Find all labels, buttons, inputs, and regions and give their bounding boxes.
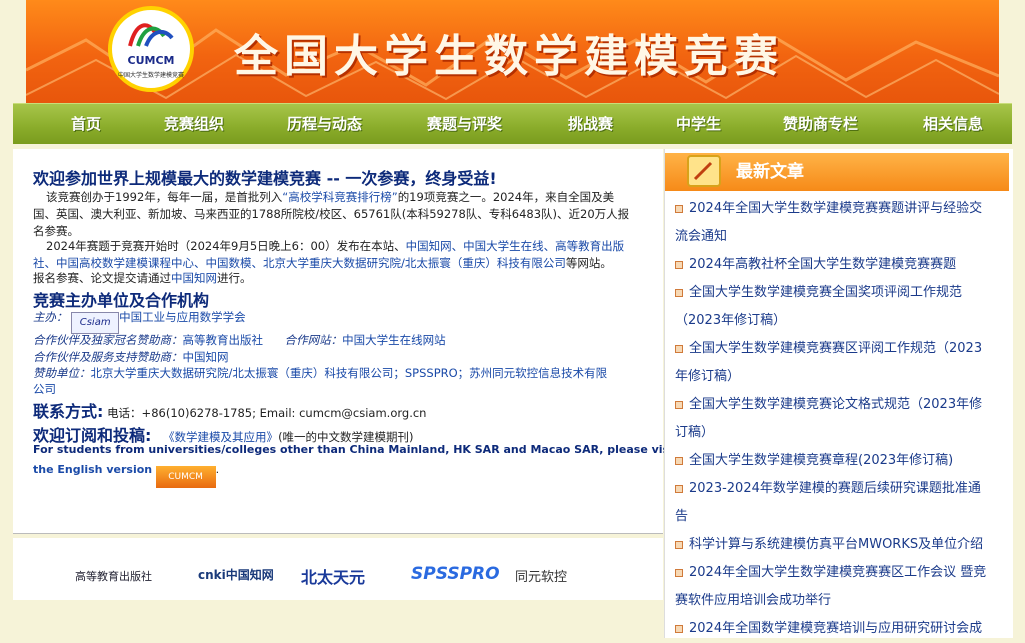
latest-articles-title: 最新文章 — [736, 162, 804, 182]
logo-ribbon-icon — [128, 23, 174, 47]
nav-history[interactable]: 历程与动态 — [287, 104, 362, 144]
main-content: 欢迎参加世界上规模最大的数学建模竞赛 -- 一次参赛，终身受益! 该竞赛创办于1… — [13, 149, 678, 534]
article-item[interactable]: 全国大学生数学建模竞赛全国奖项评阅工作规范 （2023年修订稿） — [675, 279, 1005, 335]
logo-subtext: 中国大学生数学建模竞赛 — [117, 72, 184, 79]
english-version-link[interactable]: the English version — [33, 463, 152, 476]
bullet-icon — [675, 204, 683, 213]
hep-logo[interactable]: 高等教育出版社 — [75, 568, 152, 584]
article-item[interactable]: 2024年全国大学生数学建模竞赛赛区工作会议 暨竞 赛软件应用培训会成功举行 — [675, 559, 1005, 615]
partner1-row: 合作伙伴及独家冠名赞助商：高等教育出版社 合作网站：中国大学生在线网站 — [33, 333, 446, 347]
journal-link[interactable]: 《数学建模及其应用》 — [163, 430, 278, 444]
bullet-icon — [675, 540, 683, 549]
nav-related[interactable]: 相关信息 — [923, 104, 983, 144]
release-links-1[interactable]: 中国知网、中国大学生在线、高等教育出版 — [406, 239, 625, 253]
organizers-heading: 竞赛主办单位及合作机构 — [33, 291, 210, 310]
article-item[interactable]: 2024年高教社杯全国大学生数学建模竞赛赛题 — [675, 251, 1005, 279]
release-line-3: 报名参赛、论文提交请通过中国知网进行。 — [33, 271, 252, 285]
univs-link[interactable]: 中国大学生在线网站 — [342, 333, 446, 347]
intro-line-2: 国、英国、澳大利亚、新加坡、马来西亚的1788所院校/校区、65761队(本科5… — [33, 207, 630, 221]
english-line-1: For students from universities/colleges … — [33, 443, 679, 456]
tongyuan-logo[interactable]: 同元软控 — [515, 566, 567, 585]
english-badge[interactable]: CUMCM — [155, 466, 216, 488]
bullet-icon — [675, 400, 683, 409]
article-item[interactable]: 2023-2024年数学建模的赛题后续研究课题批准通告 — [675, 475, 1005, 531]
beitai-logo[interactable]: 北太天元 — [301, 564, 365, 588]
bullet-icon — [675, 260, 683, 269]
csiam-logo[interactable]: Csiam — [71, 312, 120, 334]
article-item[interactable]: 全国大学生数学建模竞赛论文格式规范（2023年修 订稿） — [675, 391, 1005, 447]
sponsor-row-2: 公司 — [33, 382, 56, 396]
ranking-link[interactable]: “高校学科竞赛排行榜” — [282, 190, 397, 204]
nav-organization[interactable]: 竞赛组织 — [164, 104, 224, 144]
cumcm-logo[interactable]: CUMCM 中国大学生数学建模竞赛 — [108, 6, 194, 92]
partner2-row: 合作伙伴及服务支持赞助商：中国知网 — [33, 350, 229, 364]
intro-line-1: 该竞赛创办于1992年，每年一届，是首批列入“高校学科竞赛排行榜”的19项竞赛之… — [46, 190, 615, 204]
main-nav: 首页 竞赛组织 历程与动态 赛题与评奖 挑战赛 中学生 赞助商专栏 相关信息 — [13, 103, 1012, 144]
article-item[interactable]: 科学计算与系统建模仿真平台MWORKS及单位介绍 — [675, 531, 1005, 559]
logo-text: CUMCM — [127, 54, 175, 67]
article-item[interactable]: 2024年全国大学生数学建模竞赛赛题讲评与经验交 流会通知 — [675, 195, 1005, 251]
nav-challenge[interactable]: 挑战赛 — [568, 104, 613, 144]
release-line-1: 2024年赛题于竞赛开始时（2024年9月5日晚上6：00）发布在本站、中国知网… — [46, 239, 625, 253]
article-item[interactable]: 全国大学生数学建模竞赛章程(2023年修订稿) — [675, 447, 1005, 475]
cnki-partner-link[interactable]: 中国知网 — [183, 350, 229, 364]
release-links-2[interactable]: 社、中国高校数学建模课程中心、中国数模、北京大学重庆大数据研究院/北太振寰（重庆… — [33, 256, 566, 270]
sponsors-link[interactable]: 北京大学重庆大数据研究院/北太振寰（重庆）科技有限公司；SPSSPRO；苏州同元… — [91, 366, 608, 380]
cnki-logo[interactable]: cnki中国知网 — [198, 566, 274, 583]
bullet-icon — [675, 624, 683, 633]
welcome-heading: 欢迎参加世界上规模最大的数学建模竞赛 -- 一次参赛，终身受益! — [33, 169, 497, 188]
article-item[interactable]: 全国大学生数学建模竞赛赛区评阅工作规范（2023 年修订稿） — [675, 335, 1005, 391]
spsspro-logo[interactable]: SPSSPRO — [411, 564, 500, 584]
cnki-link[interactable]: 中国知网 — [171, 271, 217, 285]
host-link[interactable]: 中国工业与应用数学学会 — [119, 310, 246, 324]
release-line-2: 社、中国高校数学建模课程中心、中国数模、北京大学重庆大数据研究院/北太振寰（重庆… — [33, 256, 612, 270]
nav-sponsors[interactable]: 赞助商专栏 — [783, 104, 858, 144]
intro-line-3: 名参赛。 — [33, 224, 79, 238]
contact-row: 联系方式: 电话：+86(10)6278-1785; Email: cumcm@… — [33, 402, 427, 421]
hep-link[interactable]: 高等教育出版社 — [183, 333, 264, 347]
sponsor-logos: 高等教育出版社 cnki中国知网 北太天元 SPSSPRO 同元软控 — [13, 538, 663, 600]
sponsor-row-1: 赞助单位：北京大学重庆大数据研究院/北太振寰（重庆）科技有限公司；SPSSPRO… — [33, 366, 608, 380]
site-banner: CUMCM 中国大学生数学建模竞赛 全国大学生数学建模竞赛 — [26, 0, 999, 103]
article-item[interactable]: 2024年全国数学建模竞赛培训与应用研究研讨会成 — [675, 615, 1005, 643]
latest-articles-header: 最新文章 — [665, 153, 1009, 191]
nav-problems[interactable]: 赛题与评奖 — [427, 104, 502, 144]
notepad-icon — [687, 155, 721, 187]
nav-home[interactable]: 首页 — [71, 104, 101, 144]
bullet-icon — [675, 568, 683, 577]
bullet-icon — [675, 288, 683, 297]
host-row: 主办： Csiam 中国工业与应用数学学会 — [33, 309, 246, 334]
site-title: 全国大学生数学建模竞赛 — [234, 31, 784, 82]
bullet-icon — [675, 456, 683, 465]
nav-highschool[interactable]: 中学生 — [676, 104, 721, 144]
latest-articles-panel: 最新文章 2024年全国大学生数学建模竞赛赛题讲评与经验交 流会通知 2024年高… — [664, 149, 1013, 638]
english-line-2: the English version CUMCM. — [33, 463, 219, 488]
bullet-icon — [675, 344, 683, 353]
bullet-icon — [675, 484, 683, 493]
